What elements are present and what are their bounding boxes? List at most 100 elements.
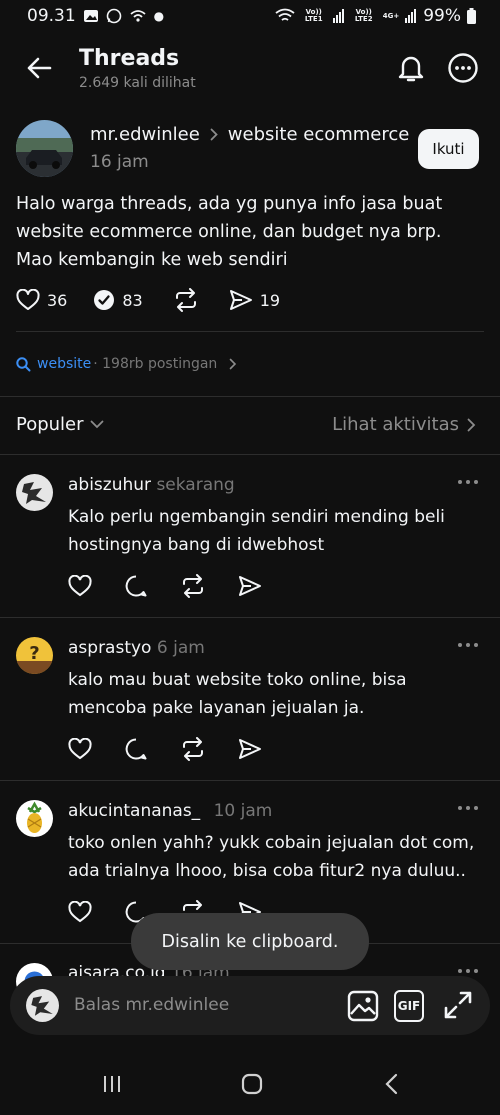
whatsapp-icon (106, 8, 122, 24)
topic-name[interactable]: website (37, 356, 91, 372)
reply-text-line: ada trialnya lhooo, bisa coba fitur2 nya… (68, 861, 466, 881)
view-count: 2.649 kali dilihat (79, 75, 196, 91)
recent-apps-icon (104, 1076, 120, 1092)
reply-text-line: kalo mau buat website toko online, bisa (68, 670, 407, 690)
reply-text: kalo mau buat website toko online, bisa … (68, 666, 407, 722)
reply-composer[interactable]: Balas mr.edwinlee GIF (10, 976, 490, 1035)
post-body-line: website ecommerce online, dan budget nya… (16, 222, 442, 242)
gallery-icon (83, 8, 99, 24)
reply-username[interactable]: akucintananas_ (68, 801, 200, 821)
bell-icon (398, 56, 424, 82)
repost-icon[interactable] (180, 737, 206, 761)
reply-input[interactable]: Balas mr.edwinlee (74, 995, 229, 1015)
sort-dropdown[interactable]: Populer (16, 414, 104, 435)
clock: 09.31 (27, 6, 76, 26)
more-horizontal-icon (458, 643, 478, 647)
post-body-line: Mao kembangin ke web sendiri (16, 250, 288, 270)
reply-time: sekarang (156, 475, 235, 495)
chevron-right-icon (210, 128, 218, 141)
post-body-line: Halo warga threads, ada yg punya info ja… (16, 194, 443, 214)
search-icon (16, 356, 31, 371)
reply-more-button[interactable] (457, 967, 479, 975)
reply-username[interactable]: abiszuhur (68, 475, 151, 495)
gif-button[interactable]: GIF (394, 990, 424, 1022)
view-activity-label: Lihat aktivitas (332, 414, 459, 435)
reply-check-icon (94, 290, 115, 310)
divider (0, 454, 500, 455)
reply-avatar[interactable]: ? (16, 637, 53, 674)
reply-count: 83 (122, 290, 143, 310)
topic-count: · 198rb postingan (93, 356, 218, 372)
gif-icon-label: GIF (397, 999, 421, 1013)
post-body: Halo warga threads, ada yg punya info ja… (16, 190, 486, 274)
composer-avatar (26, 989, 59, 1022)
page-title: Threads (79, 46, 180, 71)
divider (0, 617, 500, 618)
post-community[interactable]: website ecommerce (228, 124, 410, 145)
reply-text: Kalo perlu ngembangin sendiri mending be… (68, 503, 445, 559)
chevron-down-icon (90, 420, 103, 429)
heart-icon[interactable] (68, 901, 92, 923)
signal2-icon (405, 9, 417, 23)
chevron-right-icon (467, 418, 476, 431)
reply-text-line: Kalo perlu ngembangin sendiri mending be… (68, 507, 445, 527)
notifications-button[interactable] (393, 50, 429, 86)
reply-time: 10 jam (213, 801, 273, 821)
reply-avatar[interactable] (16, 474, 53, 511)
post-timestamp: 16 jam (90, 152, 149, 172)
heart-icon[interactable] (68, 575, 92, 597)
attach-image-button[interactable] (347, 990, 379, 1022)
expand-icon (444, 991, 472, 1019)
reply-more-button[interactable] (457, 641, 479, 649)
home-button[interactable] (241, 1073, 263, 1095)
system-navigation-bar (0, 1052, 500, 1115)
view-activity-link[interactable]: Lihat aktivitas (332, 414, 476, 435)
home-icon (241, 1073, 263, 1095)
divider (0, 780, 500, 781)
reply-more-button[interactable] (457, 804, 479, 812)
reply-text-line: hostingnya bang di idwebhost (68, 535, 325, 555)
recent-apps-button[interactable] (102, 1074, 122, 1094)
signal1-icon (332, 9, 345, 23)
reply-actions (68, 574, 262, 598)
expand-button[interactable] (443, 990, 473, 1020)
heart-icon[interactable] (68, 738, 92, 760)
more-options-button[interactable] (445, 50, 481, 86)
post-actions: 36 83 19 (16, 288, 280, 312)
arrow-left-icon (27, 57, 52, 79)
reply-actions (68, 737, 262, 761)
repost-icon[interactable] (180, 574, 206, 598)
post-author-avatar[interactable] (16, 120, 73, 177)
repost-button[interactable] (173, 288, 199, 312)
send-icon[interactable] (238, 738, 262, 760)
comment-icon[interactable] (124, 574, 148, 598)
post-author-line: mr.edwinlee website ecommerce (90, 124, 409, 145)
reply-more-button[interactable] (457, 478, 479, 486)
status-bar: 09.31 ● Vo)) LTE1 Vo)) LTE2 4G+ 99% (0, 0, 500, 34)
reply-button[interactable]: 83 (93, 289, 143, 311)
share-button[interactable]: 19 (229, 289, 280, 311)
send-icon[interactable] (238, 575, 262, 597)
battery-icon (467, 8, 476, 24)
back-button[interactable] (21, 50, 57, 86)
comment-icon[interactable] (124, 737, 148, 761)
wifi-calling-icon (129, 8, 147, 24)
reply-avatar[interactable] (16, 800, 53, 837)
battery-level: 99% (423, 6, 461, 26)
post-author-username[interactable]: mr.edwinlee (90, 124, 200, 145)
network-type: 4G+ (382, 11, 400, 20)
reply-username[interactable]: asprastyo (68, 638, 151, 658)
chevron-right-icon (230, 358, 237, 370)
system-back-button[interactable] (384, 1073, 398, 1095)
notification-dot-icon: ● (153, 9, 165, 23)
like-button[interactable]: 36 (16, 289, 67, 311)
reply-header: asprastyo 6 jam (68, 638, 205, 658)
divider (16, 331, 484, 332)
follow-button[interactable]: Ikuti (418, 129, 479, 169)
wifi-icon (275, 8, 295, 24)
topic-tag[interactable]: website · 198rb postingan (16, 356, 237, 372)
like-count: 36 (47, 290, 68, 310)
reply-header: akucintananas_ 10 jam (68, 801, 272, 821)
chevron-left-icon (385, 1073, 398, 1095)
repost-icon (175, 288, 196, 312)
